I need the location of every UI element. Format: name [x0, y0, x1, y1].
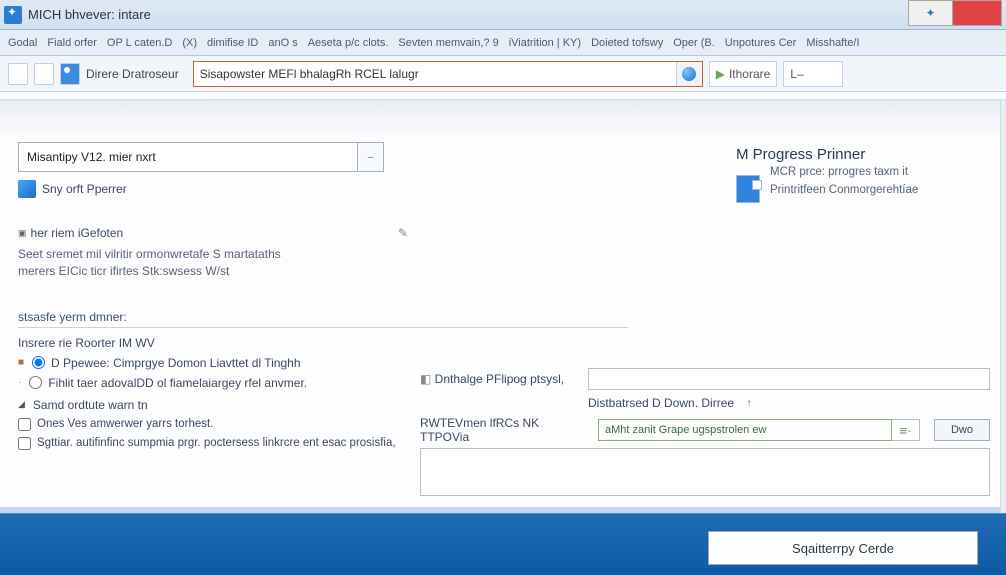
checkbox-1[interactable]	[18, 418, 31, 431]
say-label: Sny orft Pperrer	[42, 182, 127, 196]
main-panel: Misantipy V12. mier nxrt – Sny orft Pper…	[0, 100, 1000, 507]
extra-label: L–	[790, 67, 803, 81]
radio-label-1: D Ppewee: Cimprgye Domon Liavttet dl Tin…	[51, 356, 300, 370]
close-button[interactable]	[952, 0, 1002, 26]
mini-textarea[interactable]	[420, 448, 990, 496]
device-icon	[736, 175, 760, 203]
radio-label-2: Fihlit taer adovalDD ol fiamelaiargey rf…	[48, 376, 307, 390]
folder-icon[interactable]	[34, 63, 54, 85]
toolbar: Direre Dratroseur ▶ Ithorare L–	[0, 56, 1006, 92]
menu-item[interactable]: Unpotures Cer	[721, 34, 801, 52]
mini-action-button[interactable]: Dwo	[934, 419, 990, 441]
printer-icon	[18, 180, 36, 198]
app-icon	[4, 6, 22, 24]
titlebar: MICH bhvever: intare ✦	[0, 0, 1006, 30]
equals-button[interactable]: ≡·	[892, 419, 920, 441]
expand-icon[interactable]: ◢	[18, 399, 25, 410]
menu-item[interactable]: Oper (B.	[669, 34, 719, 52]
menu-item[interactable]: Aeseta p/c clots.	[304, 34, 393, 52]
group-header: stsasfe yerm dmner:	[18, 310, 628, 328]
section-desc: Seet sremet mil vilritir ormonwretafe S …	[18, 246, 348, 280]
menu-item[interactable]: iViatrition | KY)	[505, 34, 585, 52]
mini-label-3: RWTEVmen lfRCs NK TTPOVia	[420, 416, 590, 444]
address-bar	[193, 61, 703, 87]
collapse-icon[interactable]: ▣	[18, 228, 27, 239]
browse-label: Direre Dratroseur	[86, 67, 179, 81]
sub-label: Insrere rie Roorter IM WV	[18, 336, 408, 350]
scrollbar[interactable]	[1000, 100, 1006, 575]
info-title: M Progress Prinner	[736, 146, 966, 163]
display-name-field[interactable]: Misantipy V12. mier nxrt	[18, 142, 358, 172]
minimize-button[interactable]: ✦	[908, 0, 953, 26]
mini-form: ◧ Dnthalge PFlipog ptsysl, Distbatrsed D…	[420, 362, 990, 496]
info-line-2: Printritfeen Conmorgerehtíae	[770, 183, 918, 199]
edit-icon[interactable]: ✎	[398, 226, 408, 240]
globe-icon	[682, 67, 696, 81]
window-title: MICH bhvever: intare	[28, 7, 151, 22]
section-title: her riem iGefoten	[31, 226, 124, 240]
tag-icon: ■	[18, 357, 24, 368]
menu-item[interactable]: Godal	[4, 34, 41, 52]
dropdown-button[interactable]: –	[358, 142, 384, 172]
forward-label: Ithorare	[729, 67, 770, 81]
menu-item[interactable]: Sevten memvain,? 9	[394, 34, 502, 52]
bullet-icon: ◧	[420, 372, 435, 386]
arrow-up-icon[interactable]: ↑	[742, 396, 756, 410]
home-icon[interactable]	[60, 63, 80, 85]
tag-dim-icon: ·	[18, 377, 21, 388]
info-line-1: MCR prce: prrogres taxm it	[770, 165, 918, 181]
mini-label-1: Dnthalge PFlipog ptsysl,	[435, 372, 564, 386]
radio-option-2[interactable]	[29, 376, 42, 389]
extra-box[interactable]: L–	[783, 61, 843, 87]
address-input[interactable]	[194, 67, 676, 81]
subsection-label: Samd ordtute warn tn	[33, 398, 148, 412]
menu-item[interactable]: OP L caten.D	[103, 34, 176, 52]
menu-item[interactable]: (X)	[178, 34, 201, 52]
checkbox-2[interactable]	[18, 437, 31, 450]
menu-item[interactable]: Doieted tofswy	[587, 34, 667, 52]
doc-icon[interactable]	[8, 63, 28, 85]
mini-select[interactable]: aMht zanit Grape ugspstrolen ew	[598, 419, 892, 441]
mini-input-1[interactable]	[588, 368, 990, 390]
menubar: Godal Fiald orfer OP L caten.D (X) dimif…	[0, 30, 1006, 56]
checkbox-label-2: Sgttiar. autifinfinc sumpmia prgr. pocte…	[37, 437, 396, 449]
checkbox-label-1: Ones Ves amwerwer yarrs torhest.	[37, 418, 213, 430]
radio-option-1[interactable]	[32, 356, 45, 369]
play-icon: ▶	[716, 67, 725, 81]
menu-item[interactable]: Fiald orfer	[43, 34, 101, 52]
menu-item[interactable]: anO s	[264, 34, 301, 52]
mini-label-2: Distbatrsed D Down. Dirree	[588, 396, 734, 410]
go-button[interactable]	[676, 62, 702, 86]
menu-item[interactable]: Misshafte/I	[802, 34, 863, 52]
forward-box[interactable]: ▶ Ithorare	[709, 61, 778, 87]
menu-item[interactable]: dimifise ID	[203, 34, 262, 52]
footer-button[interactable]: Sqaitterrpy Cerde	[708, 531, 978, 565]
